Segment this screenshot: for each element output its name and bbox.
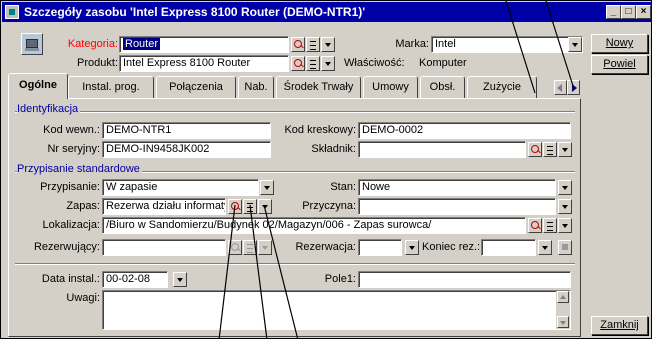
lokalizacja-label: Lokalizacja: [42,219,100,231]
nr-seryjny-field[interactable]: DEMO-IN9458JK002 [102,141,271,158]
rezerwujacy-list-icon [243,240,257,255]
data-instal-label: Data instal.: [41,273,100,285]
tab-instal-prog[interactable]: Instal. prog. [68,76,154,98]
przypisanie-title: Przypisanie standardowe [17,163,142,175]
tab-scroll-left-button[interactable] [554,80,567,95]
rezerwujacy-label: Rezerwujący: [33,241,100,253]
lokalizacja-dropdown-icon[interactable] [558,218,572,233]
marka-field[interactable]: Intel [431,36,583,53]
minimize-button[interactable]: _ [606,5,621,19]
uwagi-textarea[interactable] [102,290,571,330]
tab-umowy[interactable]: Umowy [363,76,418,98]
koniec-rez-label: Koniec rez.: [422,241,481,253]
identyfikacja-separator [15,111,575,113]
przyczyna-label: Przyczyna: [302,200,356,212]
produkt-field[interactable]: Intel Express 8100 Router [119,55,289,72]
reservation-disabled-icon [558,240,572,255]
kategoria-search-icon[interactable] [291,37,305,52]
lower-separator [15,263,575,265]
skladnik-label: Składnik: [311,143,356,155]
skladnik-list-icon[interactable] [543,142,557,157]
przypisanie-field[interactable]: W zapasie [102,179,259,196]
przypisanie-dropdown-icon[interactable] [260,180,274,195]
tab-zuzycie[interactable]: Zużycie [467,76,537,98]
kategoria-field[interactable]: Router [119,36,289,53]
close-dialog-button[interactable]: Zamknij [591,316,648,335]
rezerwujacy-dropdown-icon [258,240,272,255]
marka-label: Marka: [395,38,429,50]
stan-field[interactable]: Nowe [358,179,556,196]
tab-obsl[interactable]: Obsł. [420,76,465,98]
lokalizacja-search-icon[interactable] [528,218,542,233]
zapas-search-icon[interactable] [228,199,242,214]
kategoria-value: Router [123,38,161,50]
tab-ogolne[interactable]: Ogólne [8,73,68,99]
asset-image-icon[interactable] [21,33,43,55]
produkt-label: Produkt: [77,57,118,69]
przyczyna-field[interactable] [358,198,556,215]
new-button[interactable]: Nowy [591,34,648,53]
identyfikacja-title: Identyfikacja [17,103,81,115]
wlasciwosc-value: Komputer [419,57,467,69]
produkt-search-icon[interactable] [291,56,305,71]
zapas-field[interactable]: Rezerwa działu informaty [102,198,226,215]
rezerwacja-label: Rezerwacja: [295,241,356,253]
produkt-dropdown-icon[interactable] [321,56,335,71]
maximize-button[interactable]: □ [621,5,636,19]
stan-label: Stan: [330,181,356,193]
kod-wewn-field[interactable]: DEMO-NTR1 [102,122,271,139]
data-instal-field[interactable]: 00-02-08 [102,271,168,288]
skladnik-field[interactable] [358,141,526,158]
skladnik-dropdown-icon[interactable] [558,142,572,157]
rezerwacja-dropdown-icon[interactable] [405,240,419,255]
kategoria-list-icon[interactable] [306,37,320,52]
przypisanie-label: Przypisanie: [40,181,100,193]
pole1-field[interactable] [358,271,571,288]
koniec-rez-dropdown-icon[interactable] [538,240,552,255]
kategoria-dropdown-icon[interactable] [321,37,335,52]
scroll-up-icon[interactable] [557,291,569,303]
skladnik-search-icon[interactable] [528,142,542,157]
uwagi-scrollbar[interactable] [556,291,570,329]
title-bar[interactable]: Szczegóły zasobu 'Intel Express 8100 Rou… [2,2,652,22]
app-icon [5,5,19,19]
stan-dropdown-icon[interactable] [558,180,572,195]
tab-polaczenia[interactable]: Połączenia [156,76,236,98]
window-title: Szczegóły zasobu 'Intel Express 8100 Rou… [24,5,366,19]
zapas-list-icon[interactable] [243,199,257,214]
koniec-rez-field[interactable] [481,239,536,256]
rezerwujacy-search-icon [228,240,242,255]
rezerwujacy-field [102,239,226,256]
kod-kreskowy-field[interactable]: DEMO-0002 [358,122,571,139]
close-button[interactable]: × [636,5,651,19]
produkt-list-icon[interactable] [306,56,320,71]
tab-nab[interactable]: Nab. [238,76,274,98]
data-instal-dropdown-icon[interactable] [173,272,187,287]
kategoria-label: Kategoria: [67,38,118,50]
kod-kreskowy-label: Kod kreskowy: [284,124,356,136]
lokalizacja-list-icon[interactable] [543,218,557,233]
pole1-label: Pole1: [324,273,356,285]
marka-dropdown-icon[interactable] [568,37,582,52]
rezerwacja-field[interactable] [358,239,402,256]
nr-seryjny-label: Nr seryjny: [47,143,100,155]
duplicate-button[interactable]: Powiel [591,55,648,74]
zapas-dropdown-icon[interactable] [258,199,272,214]
zapas-label: Zapas: [66,200,100,212]
asset-details-window: Szczegóły zasobu 'Intel Express 8100 Rou… [0,0,652,339]
tab-scroll-right-button[interactable] [567,80,580,95]
uwagi-label: Uwagi: [66,292,100,304]
wlasciwosc-label: Właściwość: [344,57,405,69]
scroll-down-icon[interactable] [557,316,569,328]
przyczyna-dropdown-icon[interactable] [558,199,572,214]
lokalizacja-field[interactable]: /Biuro w Sandomierzu/Budynek 02/Magazyn/… [102,217,526,234]
tab-srodek-trwaly[interactable]: Środek Trwały [276,76,361,98]
kod-wewn-label: Kod wewn.: [43,124,100,136]
